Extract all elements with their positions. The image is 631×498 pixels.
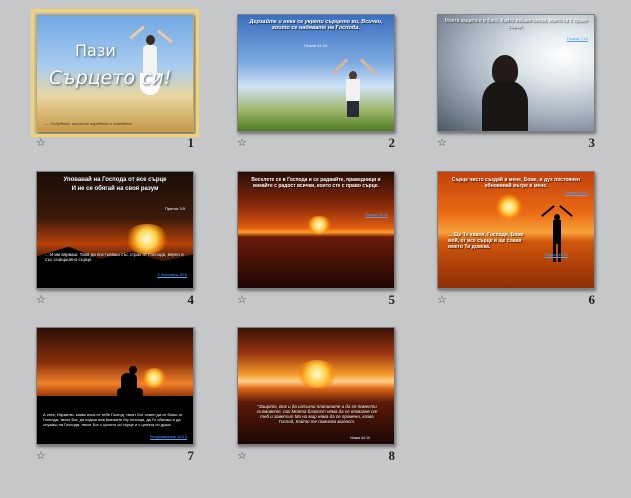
slide-title: Сърце чисто създай в мене, Боже, и дух п… xyxy=(451,177,581,189)
star-outline-icon[interactable]: ☆ xyxy=(437,137,449,149)
slide-body: А сега, Израилю, какво иска от тебе Госп… xyxy=(43,412,183,427)
slide-thumbnail-3[interactable]: Моята защита е в Бога, Който избавя онез… xyxy=(437,14,595,154)
sun-glow xyxy=(125,224,169,254)
slide-preview[interactable]: Пази Сърцето си! — Събудете, мислите нар… xyxy=(31,9,199,137)
sun-glow xyxy=(296,360,338,388)
slide-footer: — Събудете, мислите наредете и поведете xyxy=(45,121,132,126)
sun-glow xyxy=(306,216,332,234)
slide-preview[interactable]: Сърце чисто създай в мене, Боже, и дух п… xyxy=(437,171,595,289)
slide-body: "Защото, Бог и да изпълни планините и да… xyxy=(256,404,378,424)
slide-reference: Исаия 54:10 xyxy=(350,436,370,440)
slide-body: ... И им вярваш: Това да постъпваш със с… xyxy=(45,252,184,262)
slide-reference[interactable]: 2 Летописи 19:9 xyxy=(157,272,187,277)
slide-preview[interactable]: Уповавай на Господа от все сърце И не се… xyxy=(36,171,194,289)
slide-thumbnail-5[interactable]: Веселете се в Господа и се радвайте, пра… xyxy=(237,171,395,311)
slide-reference[interactable]: Псалм 7:10 xyxy=(567,36,588,41)
slide-reference[interactable]: Второзаконие 10:12 xyxy=(150,434,187,439)
slide-number: 4 xyxy=(187,292,195,307)
slide-preview[interactable]: Веселете се в Господа и се радвайте, пра… xyxy=(237,171,395,289)
woman-silhouette xyxy=(129,25,173,105)
sun-glow xyxy=(496,194,522,220)
slide-thumbnail-7[interactable]: А сега, Израилю, какво иска от тебе Госп… xyxy=(36,327,194,467)
slide-thumbnail-4[interactable]: Уповавай на Господа от все сърце И не се… xyxy=(36,171,194,311)
slide-preview[interactable]: "Защото, Бог и да изпълни планините и да… xyxy=(237,327,395,445)
slide-title-line2: И не се обягай на своя разум xyxy=(71,186,159,192)
slide-thumbnail-8[interactable]: "Защото, Бог и да изпълни планините и да… xyxy=(237,327,395,467)
slide-thumbnail-1[interactable]: Пази Сърцето си! — Събудете, мислите нар… xyxy=(31,9,199,154)
slide-number: 5 xyxy=(388,292,396,307)
slide-title: Моята защита е в Бога, Който избавя онез… xyxy=(444,18,588,30)
star-outline-icon[interactable]: ☆ xyxy=(437,294,449,306)
star-outline-icon[interactable]: ☆ xyxy=(237,450,249,462)
slide-reference-top[interactable]: Псалм 51:10 xyxy=(565,190,588,195)
slide-thumbnail-2[interactable]: Дерзайте и нека се укрепи сърцето ви, Вс… xyxy=(237,14,395,154)
slide-number: 6 xyxy=(588,292,596,307)
slide-number: 8 xyxy=(388,448,396,463)
slide-reference[interactable]: Псалм 86:12 xyxy=(545,252,568,257)
star-outline-icon[interactable]: ☆ xyxy=(237,137,249,149)
slide-number: 1 xyxy=(187,135,195,150)
star-outline-icon[interactable]: ☆ xyxy=(36,450,48,462)
slide-title: Дерзайте и нека се укрепи сърцето ви, Вс… xyxy=(249,19,383,31)
slide-number: 3 xyxy=(588,135,596,150)
slide-thumbnail-6[interactable]: Сърце чисто създай в мене, Боже, и дух п… xyxy=(437,171,595,311)
slide-preview[interactable]: Дерзайте и нека се укрепи сърцето ви, Вс… xyxy=(237,14,395,132)
star-outline-icon[interactable]: ☆ xyxy=(36,137,48,149)
slide-reference[interactable]: Псалм 32:11 xyxy=(365,212,388,217)
person-silhouette xyxy=(331,57,377,117)
slide-body: ... Ще Те хваля, Господи, Боже мой, от в… xyxy=(448,232,524,250)
slide-title: Веселете се в Господа и се радвайте, пра… xyxy=(251,177,381,189)
slide-preview[interactable]: А сега, Израилю, какво иска от тебе Госп… xyxy=(36,327,194,445)
slide-title-line1: Пази xyxy=(75,41,116,60)
slide-title-line1: Уповавай на Господа от все сърце xyxy=(63,177,167,183)
star-outline-icon[interactable]: ☆ xyxy=(36,294,48,306)
slide-number: 2 xyxy=(388,135,396,150)
slide-reference-top: Притчи 3:5 xyxy=(164,206,185,211)
mountain-silhouette xyxy=(37,246,193,288)
slide-title-line2: Сърцето си! xyxy=(49,67,172,89)
slide-preview[interactable]: Моята защита е в Бога, Който избавя онез… xyxy=(437,14,595,132)
slide-reference: Псалм 31:24 xyxy=(304,43,328,48)
slide-number: 7 xyxy=(187,448,195,463)
woman-back-silhouette xyxy=(480,55,530,131)
star-outline-icon[interactable]: ☆ xyxy=(237,294,249,306)
